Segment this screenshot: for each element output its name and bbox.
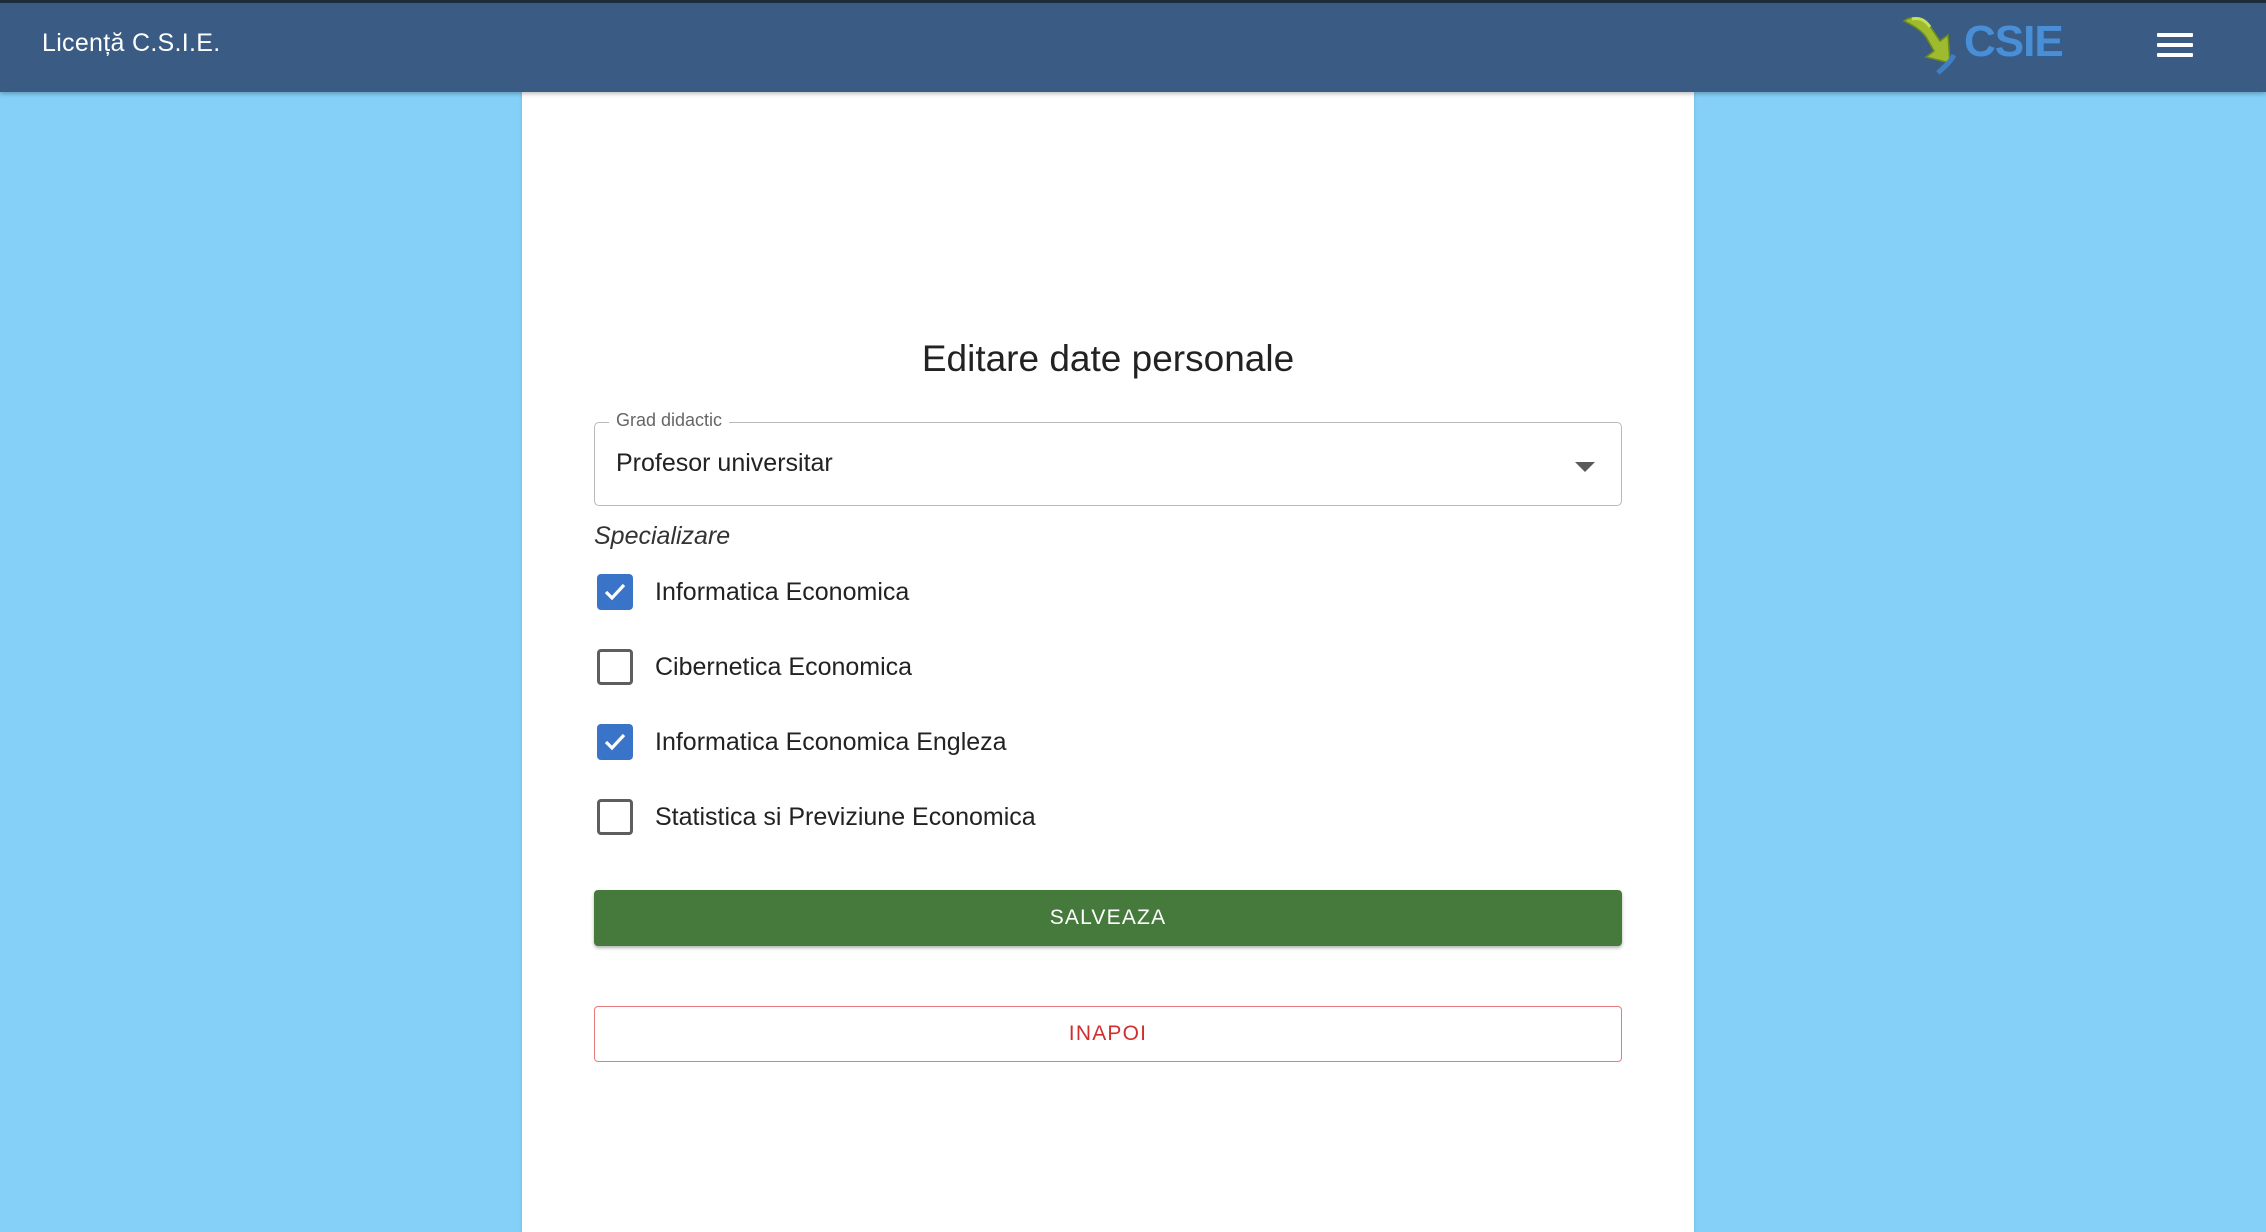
back-button[interactable]: INAPOI [594, 1006, 1622, 1062]
checkbox[interactable] [597, 574, 633, 610]
checkbox[interactable] [597, 724, 633, 760]
checkbox-row-cibernetica-economica[interactable]: Cibernetica Economica [594, 642, 1194, 692]
menu-line [2157, 33, 2193, 37]
grad-didactic-label: Grad didactic [609, 410, 730, 431]
top-app-bar: Licență C.S.I.E. CSIE [0, 0, 2266, 92]
grad-didactic-value: Profesor universitar [616, 449, 833, 477]
dropdown-arrow-icon [1575, 462, 1595, 472]
app-title[interactable]: Licență C.S.I.E. [42, 29, 221, 58]
form-card: Editare date personale Grad didactic Pro… [522, 92, 1694, 1232]
csie-logo[interactable]: CSIE [1898, 11, 2064, 83]
checkmark-icon [604, 583, 626, 601]
checkmark-icon [604, 733, 626, 751]
logo-text: CSIE [1964, 17, 2064, 66]
hamburger-menu-icon[interactable] [2148, 25, 2202, 65]
checkbox[interactable] [597, 799, 633, 835]
checkbox-row-informatica-economica-engleza[interactable]: Informatica Economica Engleza [594, 717, 1194, 767]
checkbox-label: Informatica Economica Engleza [655, 728, 1007, 756]
checkbox[interactable] [597, 649, 633, 685]
checkbox-label: Cibernetica Economica [655, 653, 913, 681]
page-title: Editare date personale [921, 338, 1295, 379]
menu-line [2157, 53, 2193, 57]
menu-line [2157, 43, 2193, 47]
checkbox-row-informatica-economica[interactable]: Informatica Economica [594, 567, 1194, 617]
checkbox-row-statistica-previziune-economica[interactable]: Statistica si Previziune Economica [594, 792, 1194, 842]
grad-didactic-select[interactable]: Grad didactic Profesor universitar [594, 410, 1622, 506]
checkbox-label: Statistica si Previziune Economica [655, 803, 1036, 831]
checkbox-label: Informatica Economica [655, 578, 910, 606]
csie-logo-arrow-icon [1902, 16, 1957, 75]
save-button[interactable]: SALVEAZA [594, 890, 1622, 946]
specializare-label: Specializare [594, 522, 731, 550]
